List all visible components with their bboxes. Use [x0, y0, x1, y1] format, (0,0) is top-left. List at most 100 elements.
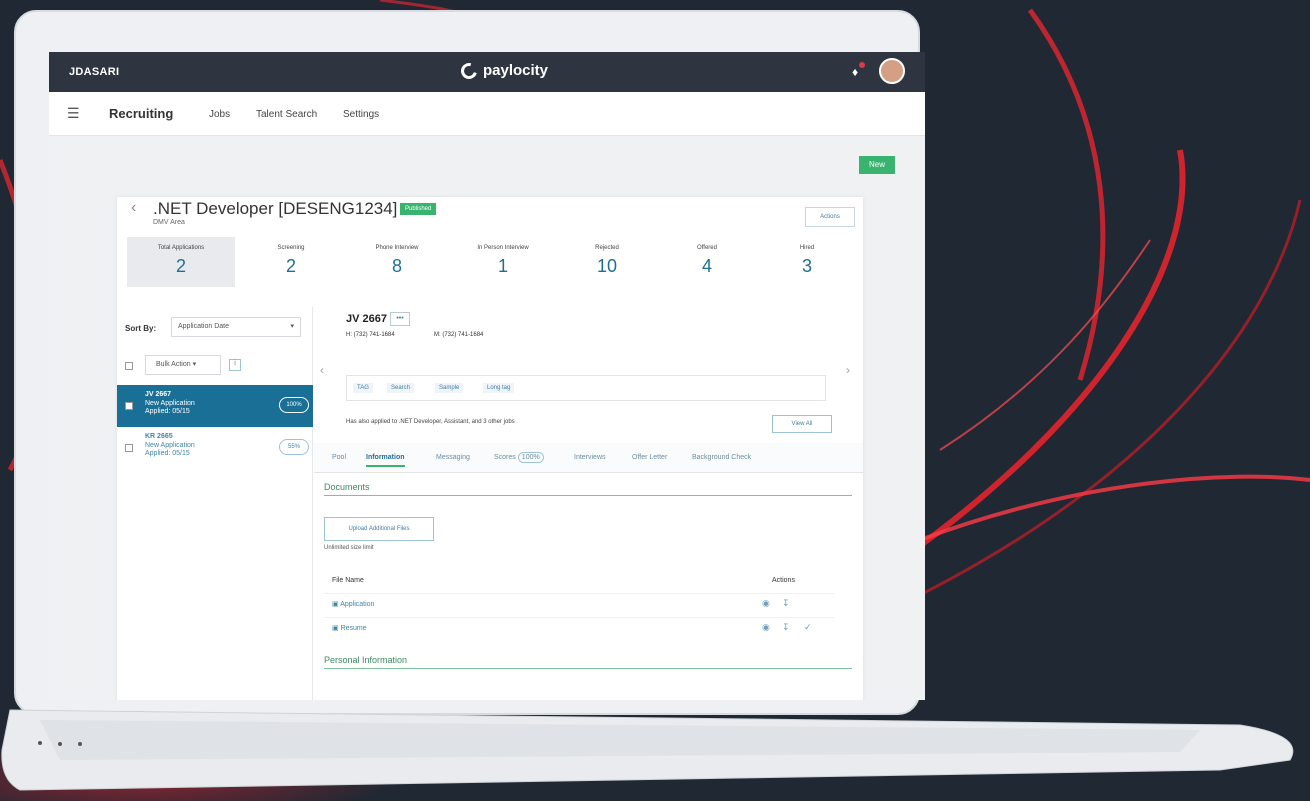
account-name[interactable]: JDASARI	[69, 66, 119, 78]
documents-heading[interactable]: Documents	[324, 482, 852, 496]
candidate-checkbox[interactable]	[125, 402, 133, 410]
file-row: ▣ Application ◉ ↧	[324, 593, 834, 613]
notification-bell-icon[interactable]: ♦	[852, 62, 865, 79]
tab-scores[interactable]: Scores 100%	[494, 452, 544, 463]
status-light	[38, 741, 42, 745]
detail-tabs: Pool Information Messaging Scores 100% In…	[314, 443, 863, 473]
upload-size-note: Unlimited size limit	[324, 545, 374, 551]
job-panel: ‹ .NET Developer [DESENG1234] DMV Area P…	[117, 197, 863, 700]
brand-name: paylocity	[483, 62, 549, 79]
select-all-checkbox[interactable]	[125, 362, 133, 370]
candidate-status: New Application	[145, 400, 195, 407]
stat-label: In Person Interview	[477, 245, 529, 251]
bulk-action-label: Bulk Action	[156, 361, 191, 368]
tab-interviews[interactable]: Interviews	[574, 454, 606, 461]
stat-in-person-interview[interactable]: In Person Interview 1	[453, 237, 553, 287]
bulk-action-select[interactable]: Bulk Action ▾	[145, 355, 221, 375]
stat-offered[interactable]: Offered 4	[657, 237, 757, 287]
download-icon[interactable]: ↧	[782, 622, 790, 633]
sort-label: Sort By:	[125, 324, 157, 333]
tab-jobs[interactable]: Jobs	[209, 109, 230, 120]
document-icon: ▣	[332, 601, 339, 608]
notification-dot	[859, 62, 865, 68]
tab-settings[interactable]: Settings	[343, 109, 379, 120]
candidate-item[interactable]: KR 2665 New Application Applied: 05/15 5…	[117, 427, 313, 469]
tab-talent-search[interactable]: Talent Search	[256, 109, 317, 120]
view-icon[interactable]: ◉	[762, 598, 770, 609]
stat-label: Offered	[697, 245, 717, 251]
file-link-resume[interactable]: ▣ Resume	[332, 624, 367, 632]
tab-messaging[interactable]: Messaging	[436, 454, 470, 461]
stat-value: 2	[175, 256, 186, 276]
avatar[interactable]	[879, 58, 905, 84]
stat-value: 3	[801, 256, 812, 276]
view-all-button[interactable]: View All	[772, 415, 832, 433]
status-light	[78, 742, 82, 746]
file-name: Application	[340, 601, 375, 608]
hamburger-menu-icon[interactable]: ☰	[67, 105, 80, 122]
documents-heading-label: Documents	[324, 482, 370, 492]
stat-total-applications[interactable]: Total Applications 2	[127, 237, 235, 287]
actions-column-header: Actions	[772, 577, 795, 584]
sort-value: Application Date	[178, 323, 229, 330]
back-arrow-icon[interactable]: ‹	[131, 199, 136, 217]
stat-hired[interactable]: Hired 3	[757, 237, 857, 287]
stat-screening[interactable]: Screening 2	[241, 237, 341, 287]
edit-icon[interactable]: ✓	[804, 622, 812, 633]
stat-value: 1	[497, 256, 508, 276]
candidate-list-panel: Sort By: Application Date ▾ Bulk Action ▾…	[117, 307, 313, 700]
tab-background-check[interactable]: Background Check	[692, 454, 751, 461]
stat-label: Screening	[277, 245, 305, 251]
match-badge: 55%	[279, 439, 309, 455]
more-options-button[interactable]: •••	[390, 312, 410, 326]
candidate-checkbox[interactable]	[125, 444, 133, 452]
tab-offer-letter[interactable]: Offer Letter	[632, 454, 667, 461]
candidate-name: JV 2667	[346, 313, 387, 325]
stat-label: Phone Interview	[375, 245, 419, 251]
stat-value: 10	[596, 256, 618, 276]
tag-chip[interactable]: Search	[387, 383, 415, 393]
candidate-name: KR 2665	[145, 433, 173, 440]
top-bar: JDASARI paylocity ♦	[49, 52, 925, 92]
tab-information[interactable]: Information	[366, 454, 405, 467]
stat-label: Rejected	[595, 245, 619, 251]
info-icon[interactable]: i	[229, 359, 241, 371]
job-location: DMV Area	[153, 219, 185, 226]
tab-pool[interactable]: Pool	[332, 454, 346, 461]
mobile-phone: M: (732) 741-1684	[434, 332, 484, 338]
next-candidate-icon[interactable]: ›	[846, 363, 850, 377]
candidate-item[interactable]: JV 2667 New Application Applied: 05/15 1…	[117, 385, 313, 427]
stat-rejected[interactable]: Rejected 10	[557, 237, 657, 287]
actions-button[interactable]: Actions	[805, 207, 855, 227]
chevron-down-icon: ▾	[290, 323, 294, 330]
file-link-application[interactable]: ▣ Application	[332, 600, 374, 608]
laptop-base	[1, 709, 1294, 791]
stat-phone-interview[interactable]: Phone Interview 8	[347, 237, 447, 287]
score-badge: 100%	[517, 452, 544, 463]
stat-label: Hired	[799, 245, 815, 251]
tag-chip[interactable]: Long tag	[483, 383, 515, 393]
personal-info-heading[interactable]: Personal Information	[324, 655, 852, 669]
candidate-name: JV 2667	[145, 391, 172, 398]
match-badge: 100%	[279, 397, 309, 413]
sort-select[interactable]: Application Date ▾	[171, 317, 301, 337]
applied-note: Has also applied to .NET Developer, Assi…	[346, 419, 515, 425]
upload-files-button[interactable]: Upload Additional Files	[324, 517, 434, 541]
tag-chip[interactable]: Sample	[435, 383, 464, 393]
status-badge: Published	[400, 203, 437, 215]
tab-scores-label: Scores	[494, 454, 516, 461]
paylocity-logo-icon	[458, 59, 480, 82]
new-button[interactable]: New	[859, 156, 895, 174]
file-name-column-header: File Name	[332, 577, 364, 584]
stat-value: 4	[701, 256, 712, 276]
candidate-status: New Application	[145, 442, 195, 449]
document-icon: ▣	[332, 625, 339, 632]
prev-candidate-icon[interactable]: ‹	[320, 363, 324, 377]
view-icon[interactable]: ◉	[762, 622, 770, 633]
brand-logo: paylocity	[458, 59, 549, 82]
candidate-detail: ‹ › JV 2667 ••• H: (732) 741-1684 M: (73…	[314, 307, 863, 700]
tag-chip[interactable]: TAG	[353, 383, 373, 393]
tags-input[interactable]: TAG Search Sample Long tag	[346, 375, 826, 401]
app-screen: JDASARI paylocity ♦ ☰ Recruiting Jobs Ta…	[49, 52, 925, 700]
download-icon[interactable]: ↧	[782, 598, 790, 609]
